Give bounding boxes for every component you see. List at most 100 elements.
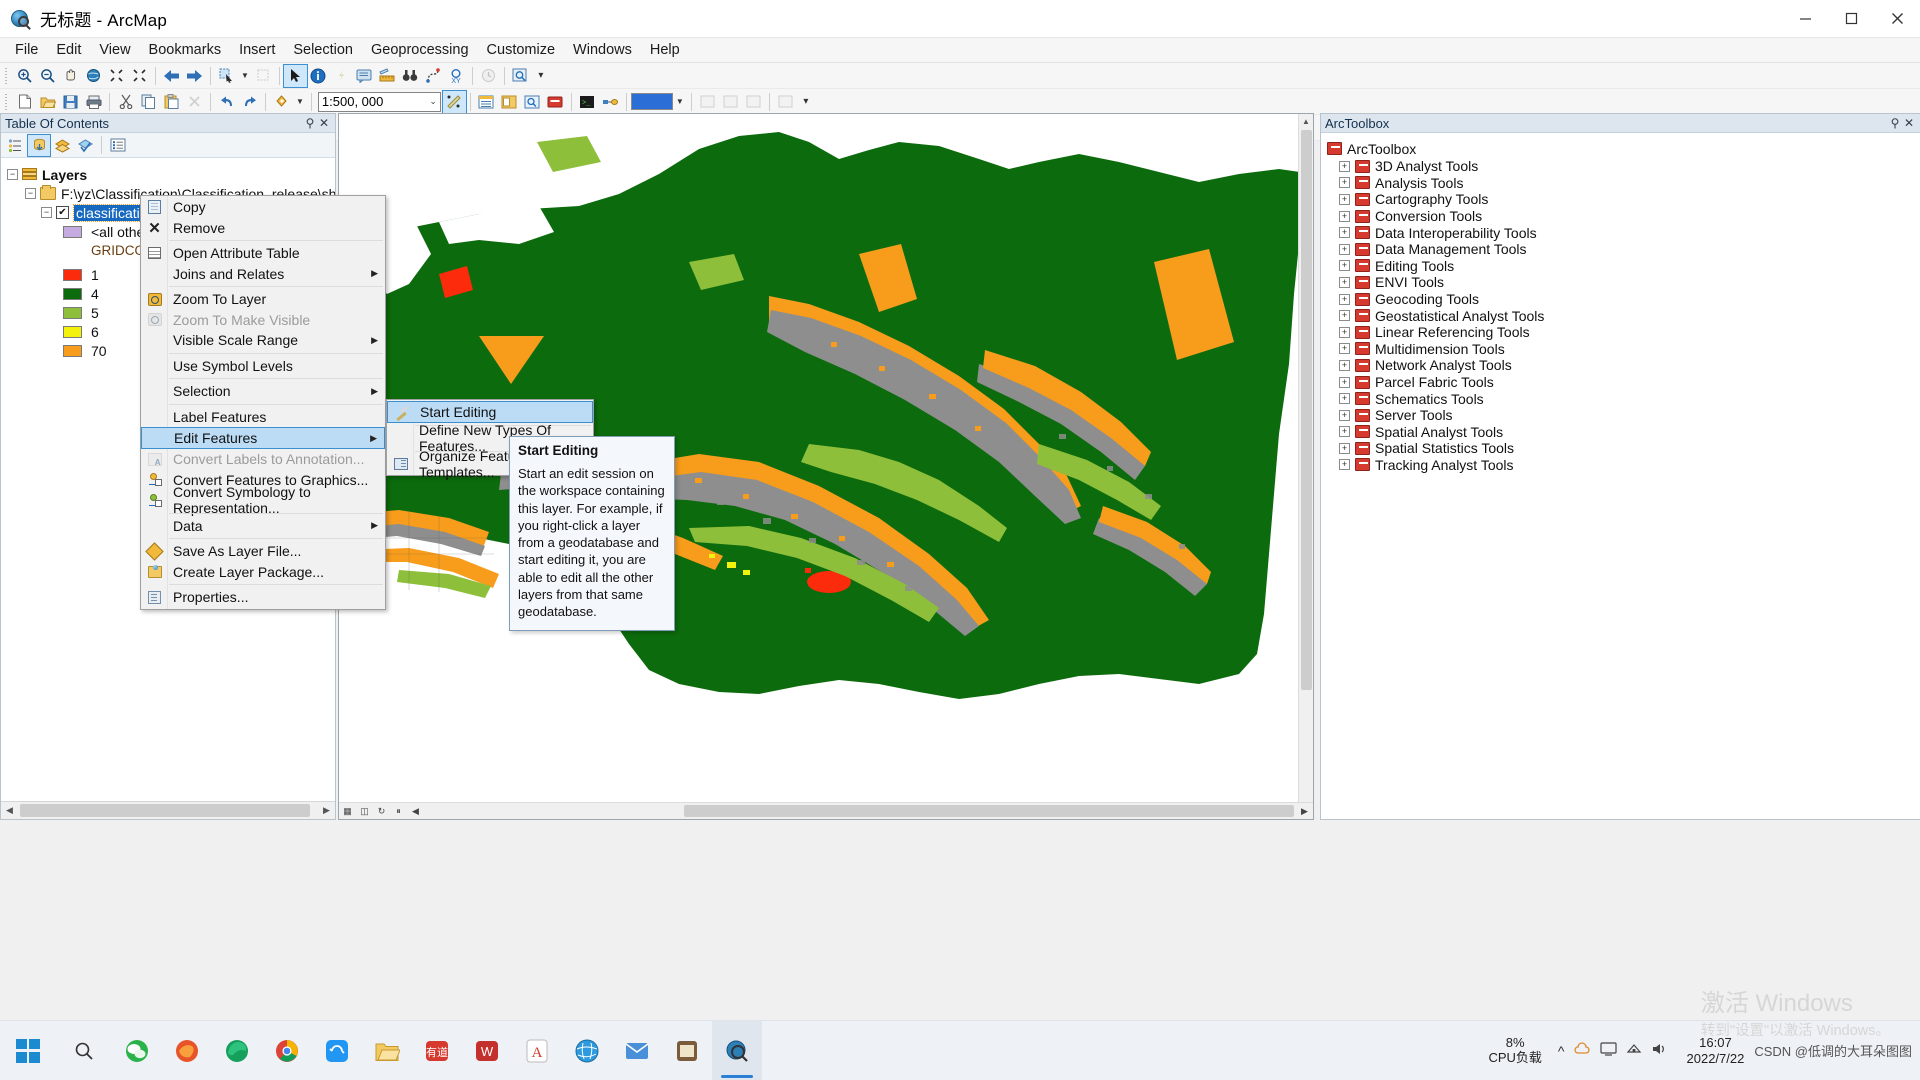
taskbar-app-sync[interactable]	[312, 1021, 362, 1080]
style-manager-icon[interactable]	[696, 91, 719, 113]
toolbox-item-geocoding[interactable]: + Geocoding Tools	[1327, 291, 1920, 308]
menu-selection[interactable]: Selection	[284, 40, 362, 60]
toolbox-item-multidimension[interactable]: + Multidimension Tools	[1327, 341, 1920, 358]
print-icon[interactable]	[82, 91, 105, 113]
map-scroll-right-arrow[interactable]: ▶	[1296, 803, 1313, 819]
screen-icon[interactable]	[1599, 1042, 1617, 1059]
expander-conversion[interactable]: +	[1339, 210, 1350, 222]
arctoolbox-window-icon[interactable]	[544, 91, 567, 113]
zoom-in-icon[interactable]	[13, 65, 36, 87]
map-scroll-left-arrow[interactable]: ◀	[407, 803, 424, 819]
new-document-icon[interactable]	[13, 91, 36, 113]
find-binoculars-icon[interactable]	[399, 65, 422, 87]
cloud-icon[interactable]	[1573, 1042, 1591, 1059]
toolbar-overflow-button[interactable]: ▾	[532, 67, 550, 85]
list-by-visibility-icon[interactable]	[51, 135, 73, 156]
expander-analysis[interactable]: +	[1339, 177, 1350, 189]
open-document-icon[interactable]	[36, 91, 59, 113]
expander-editing[interactable]: +	[1339, 260, 1350, 272]
map-hscroll-track[interactable]	[424, 803, 1296, 819]
fill-color-caret[interactable]: ▼	[676, 97, 684, 106]
ctx-properties[interactable]: Properties...	[141, 587, 385, 608]
arctoolbox-close-icon[interactable]: ✕	[1902, 116, 1916, 130]
expander-geostat[interactable]: +	[1339, 310, 1350, 322]
toolbox-item-spatial-analyst[interactable]: + Spatial Analyst Tools	[1327, 424, 1920, 441]
toolbox-item-linear-referencing[interactable]: + Linear Referencing Tools	[1327, 324, 1920, 341]
taskbar-app-notes[interactable]	[662, 1021, 712, 1080]
toolbox-item-conversion[interactable]: + Conversion Tools	[1327, 208, 1920, 225]
ctx-save-as-layer-file[interactable]: Save As Layer File...	[141, 541, 385, 562]
model-builder-icon[interactable]	[599, 91, 622, 113]
fixed-zoom-in-icon[interactable]	[105, 65, 128, 87]
drawing-fill-color-swatch[interactable]	[630, 93, 673, 110]
taskbar-app-globe-browser[interactable]	[562, 1021, 612, 1080]
toc-node-layers[interactable]: − Layers	[1, 165, 335, 184]
toolbox-item-analysis[interactable]: + Analysis Tools	[1327, 175, 1920, 192]
legend-swatch-all-other[interactable]	[63, 225, 82, 238]
menu-help[interactable]: Help	[641, 40, 689, 60]
toolbox-item-data-interoperability[interactable]: + Data Interoperability Tools	[1327, 224, 1920, 241]
ctx-create-layer-package[interactable]: Create Layer Package...	[141, 562, 385, 583]
minimize-button[interactable]	[1782, 0, 1828, 37]
taskbar-app-wechat[interactable]	[112, 1021, 162, 1080]
select-features-icon[interactable]	[215, 65, 238, 87]
paste-icon[interactable]	[160, 91, 183, 113]
standard-toolbar-overflow[interactable]: ▾	[797, 93, 815, 111]
find-route-icon[interactable]	[422, 65, 445, 87]
expander-layer[interactable]: −	[41, 207, 52, 218]
taskbar-app-file-explorer[interactable]	[362, 1021, 412, 1080]
layout-view-button[interactable]: ◫	[356, 803, 373, 819]
arctoolbox-root-node[interactable]: ArcToolbox	[1327, 139, 1920, 158]
toc-scroll-left-arrow[interactable]: ◀	[1, 802, 18, 819]
toc-scroll-track[interactable]	[18, 802, 318, 819]
toolbox-item-geostatistical-analyst[interactable]: + Geostatistical Analyst Tools	[1327, 307, 1920, 324]
standard-toolbar-grip[interactable]	[3, 93, 10, 111]
volume-icon[interactable]	[1651, 1042, 1667, 1059]
ctx-remove[interactable]: ✕ Remove	[141, 218, 385, 239]
expander-cartography[interactable]: +	[1339, 193, 1350, 205]
legend-swatch-70[interactable]	[63, 344, 82, 357]
menu-geoprocessing[interactable]: Geoprocessing	[362, 40, 478, 60]
close-button[interactable]	[1874, 0, 1920, 37]
time-slider-icon[interactable]	[477, 65, 500, 87]
tray-overflow-chevron-icon[interactable]: ^	[1558, 1043, 1565, 1059]
ctx-copy[interactable]: Copy	[141, 197, 385, 218]
map-vscroll-thumb[interactable]	[1301, 130, 1312, 690]
save-icon[interactable]	[59, 91, 82, 113]
toolbox-item-server[interactable]: + Server Tools	[1327, 407, 1920, 424]
zoom-out-icon[interactable]	[36, 65, 59, 87]
maximize-button[interactable]	[1828, 0, 1874, 37]
expander-linear-ref[interactable]: +	[1339, 326, 1350, 338]
expander-spatial-stats[interactable]: +	[1339, 442, 1350, 454]
network-icon[interactable]	[1626, 1042, 1642, 1059]
toolbox-item-network-analyst[interactable]: + Network Analyst Tools	[1327, 357, 1920, 374]
go-forward-extent-icon[interactable]	[183, 65, 206, 87]
menu-insert[interactable]: Insert	[230, 40, 284, 60]
taskbar-app-wps[interactable]: W	[462, 1021, 512, 1080]
toc-horizontal-scrollbar[interactable]: ◀ ▶	[1, 801, 335, 819]
ctx-selection[interactable]: Selection ▶	[141, 381, 385, 402]
select-elements-arrow-icon[interactable]	[282, 63, 308, 88]
expander-data-management[interactable]: +	[1339, 243, 1350, 255]
legend-swatch-4[interactable]	[63, 287, 82, 300]
expander-envi[interactable]: +	[1339, 276, 1350, 288]
ctx-use-symbol-levels[interactable]: Use Symbol Levels	[141, 356, 385, 377]
toolbar-grip[interactable]	[3, 67, 10, 85]
menu-customize[interactable]: Customize	[478, 40, 565, 60]
symbol-select-icon[interactable]	[719, 91, 742, 113]
legend-swatch-5[interactable]	[63, 306, 82, 319]
toc-options-icon[interactable]	[107, 135, 129, 156]
taskbar-app-mail[interactable]	[612, 1021, 662, 1080]
undo-icon[interactable]	[215, 91, 238, 113]
taskbar-app-chrome[interactable]	[262, 1021, 312, 1080]
scale-dropdown-caret[interactable]: ⌄	[429, 96, 437, 107]
ctx-visible-scale-range[interactable]: Visible Scale Range ▶	[141, 330, 385, 351]
list-by-source-icon[interactable]	[27, 133, 51, 157]
toc-autohide-pin-icon[interactable]: ⚲	[303, 116, 317, 130]
fixed-zoom-out-icon[interactable]	[128, 65, 151, 87]
list-by-selection-icon[interactable]	[74, 135, 96, 156]
toolbox-item-tracking-analyst[interactable]: + Tracking Analyst Tools	[1327, 457, 1920, 474]
taskbar-search-button[interactable]	[56, 1021, 112, 1080]
data-view-button[interactable]: ▦	[339, 803, 356, 819]
hyperlink-icon[interactable]	[330, 65, 353, 87]
